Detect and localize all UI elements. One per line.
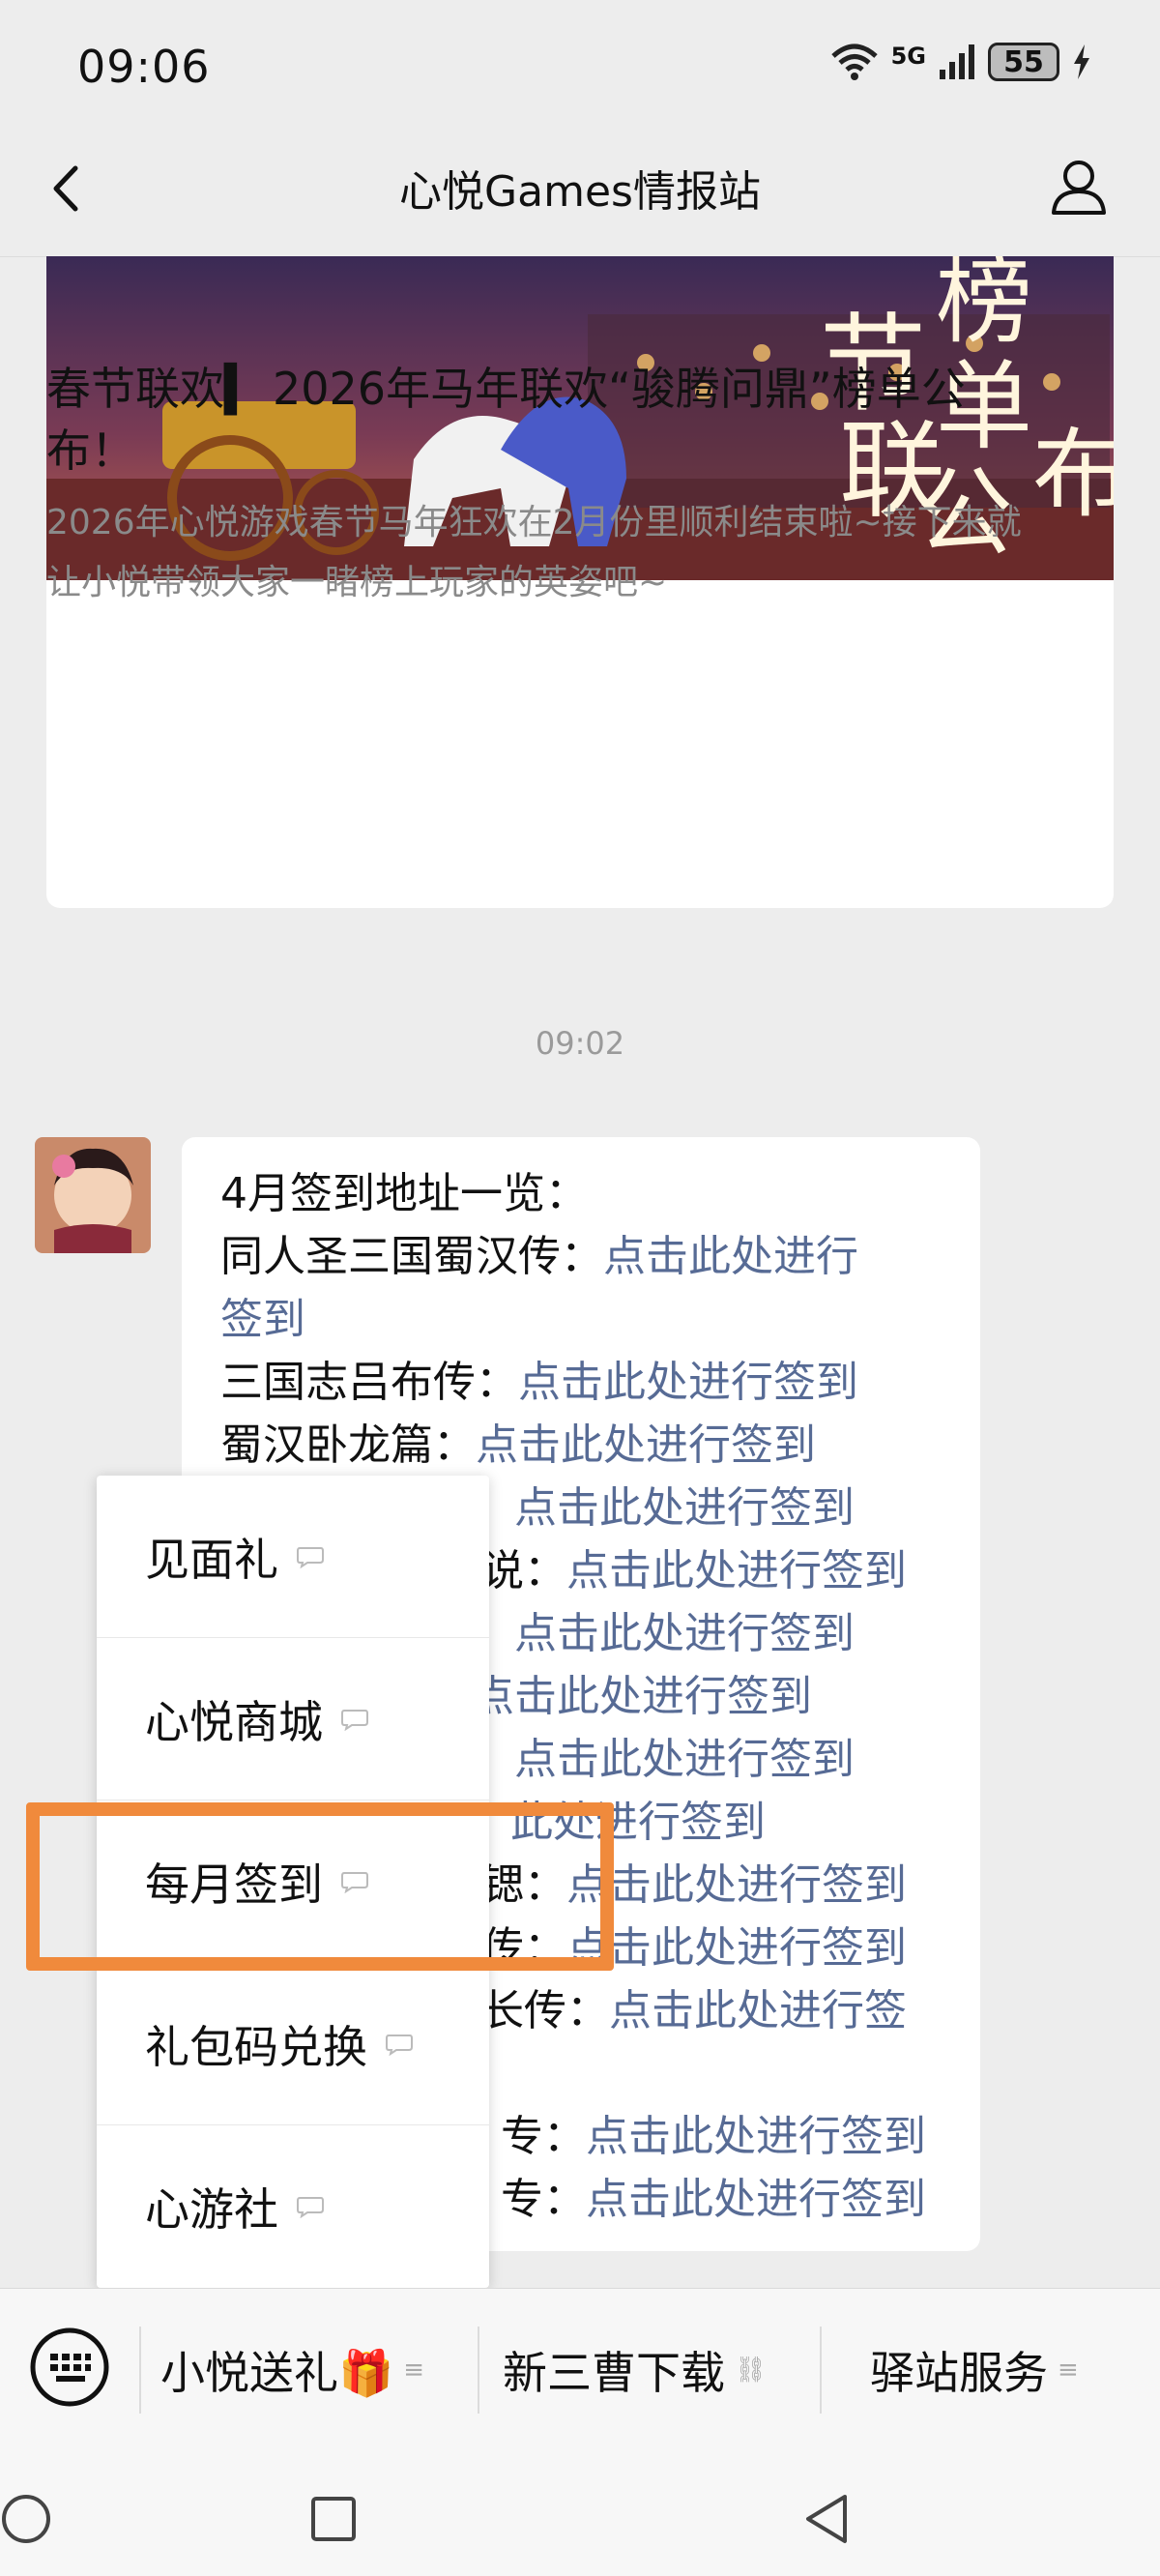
- bottom-menu-gift[interactable]: 小悦送礼🎁 ≡: [160, 2338, 424, 2402]
- signin-link[interactable]: 点击此处进行签到: [472, 1672, 812, 1721]
- chat-bubble-icon: [341, 1709, 368, 1731]
- message-line-2: 签到: [220, 1288, 965, 1351]
- back-triangle-icon[interactable]: [802, 2493, 851, 2545]
- line-6-prefix: 说：: [481, 1546, 566, 1595]
- menu-lines-icon: ≡: [1058, 2356, 1079, 2385]
- message-heading: 4月签到地址一览：: [220, 1169, 588, 1218]
- menu-item-monthly-signin[interactable]: 每月签到: [97, 1800, 489, 1963]
- bottom-menu-label: 新三曹下载: [503, 2347, 725, 2399]
- battery-icon: 55: [988, 43, 1059, 81]
- bottom-menu-download[interactable]: 新三曹下载 ⛓: [503, 2338, 767, 2402]
- line-12-prefix: 传：: [481, 1923, 566, 1973]
- network-label: 5G: [890, 43, 926, 70]
- menu-item-gift-code[interactable]: 礼包码兑换: [97, 1963, 489, 2125]
- banner-char-4: 榜: [936, 256, 1032, 357]
- line-11-prefix: 锶：: [481, 1860, 566, 1910]
- line-3-prefix: 三国志吕布传：: [220, 1358, 518, 1407]
- menu-item-label: 心游社: [145, 2183, 278, 2236]
- avatar[interactable]: [35, 1137, 151, 1253]
- profile-icon[interactable]: [1050, 157, 1108, 217]
- signin-link[interactable]: 点击此处进行签到: [476, 1420, 816, 1470]
- article-title[interactable]: 春节联欢▍ 2026年马年联欢“骏腾问鼎”榜单公布！: [46, 358, 1032, 482]
- charging-icon: [1074, 44, 1089, 79]
- status-time: 09:06: [77, 41, 211, 93]
- page-title: 心悦Games情报站: [399, 167, 761, 217]
- home-icon[interactable]: [0, 2493, 52, 2545]
- menu-item-label: 心悦商城: [145, 1695, 323, 1748]
- menu-divider: [820, 2327, 822, 2414]
- signin-link[interactable]: 点击此处进行签到: [566, 1923, 907, 1973]
- menu-lines-icon: ≡: [403, 2356, 425, 2385]
- signin-link[interactable]: 点击此处进行签到: [514, 1609, 855, 1658]
- signin-link[interactable]: 点击此处进行签到: [586, 2112, 926, 2161]
- menu-item-label: 礼包码兑换: [145, 2020, 367, 2073]
- signin-link[interactable]: 点击此处进行签到: [566, 1860, 907, 1910]
- signin-link[interactable]: 点击此处进行签到: [518, 1358, 858, 1407]
- signin-link[interactable]: 点击此处进行签到: [586, 2175, 926, 2224]
- line-4-prefix: 蜀汉卧龙篇：: [220, 1420, 476, 1470]
- chat-bubble-icon: [297, 2197, 324, 2218]
- message-timestamp: 09:02: [535, 1025, 625, 1062]
- article-description: 2026年心悦游戏春节马年狂欢在2月份里顺利结束啦~接下来就让小悦带领大家一睹榜…: [46, 503, 1022, 602]
- battery-level: 55: [1003, 44, 1044, 79]
- bottom-menu-service[interactable]: 驿站服务 ≡: [870, 2338, 1079, 2402]
- message-line-1: 同人圣三国蜀汉传：点击此处进行: [220, 1225, 965, 1288]
- signin-link[interactable]: 点击此处进行签到: [566, 1546, 907, 1595]
- message-line-4: 蜀汉卧龙篇：点击此处进行签到: [220, 1414, 965, 1477]
- signin-link[interactable]: 签到: [220, 1295, 305, 1344]
- link-icon: ⛓: [735, 2356, 768, 2385]
- menu-divider: [478, 2327, 479, 2414]
- banner-char-7: 布: [1032, 418, 1114, 531]
- chat-bubble-icon: [341, 1871, 368, 1893]
- signin-link[interactable]: 点击此处进行签到: [514, 1483, 855, 1533]
- signin-link[interactable]: 此处进行签到: [510, 1798, 766, 1847]
- bottom-menu-label: 小悦送礼🎁: [160, 2347, 394, 2399]
- recent-apps-icon[interactable]: [309, 2495, 358, 2543]
- menu-item-mall[interactable]: 心悦商城: [97, 1638, 489, 1800]
- wifi-icon: [830, 44, 878, 80]
- line-15-prefix: 专：: [501, 2112, 586, 2161]
- signin-link[interactable]: 点击此处进行: [603, 1232, 858, 1281]
- signin-link[interactable]: 点击此处进行签: [609, 1986, 907, 2035]
- signal-icon: [940, 44, 974, 79]
- keyboard-icon[interactable]: [29, 2327, 110, 2408]
- signin-link[interactable]: 点击此处进行签到: [514, 1735, 855, 1784]
- menu-item-label: 每月签到: [145, 1858, 323, 1911]
- menu-item-community[interactable]: 心游社: [97, 2125, 489, 2288]
- menu-divider: [139, 2327, 141, 2414]
- chat-bubble-icon: [297, 1546, 324, 1568]
- line-13-prefix: 长传：: [481, 1986, 609, 2035]
- chat-bubble-icon: [386, 2034, 413, 2056]
- line-1-prefix: 同人圣三国蜀汉传：: [220, 1232, 603, 1281]
- menu-item-label: 见面礼: [145, 1533, 278, 1586]
- message-line-3: 三国志吕布传：点击此处进行签到: [220, 1351, 965, 1414]
- submenu-popup: 见面礼 心悦商城 每月签到 礼包码兑换 心游社: [97, 1476, 489, 2288]
- menu-item-welcome-gift[interactable]: 见面礼: [97, 1476, 489, 1638]
- status-icons: 5G 55: [829, 43, 1092, 81]
- system-nav-bar: [0, 2452, 1160, 2576]
- line-16-prefix: 专：: [501, 2175, 586, 2224]
- bottom-menu-label: 驿站服务: [870, 2347, 1048, 2399]
